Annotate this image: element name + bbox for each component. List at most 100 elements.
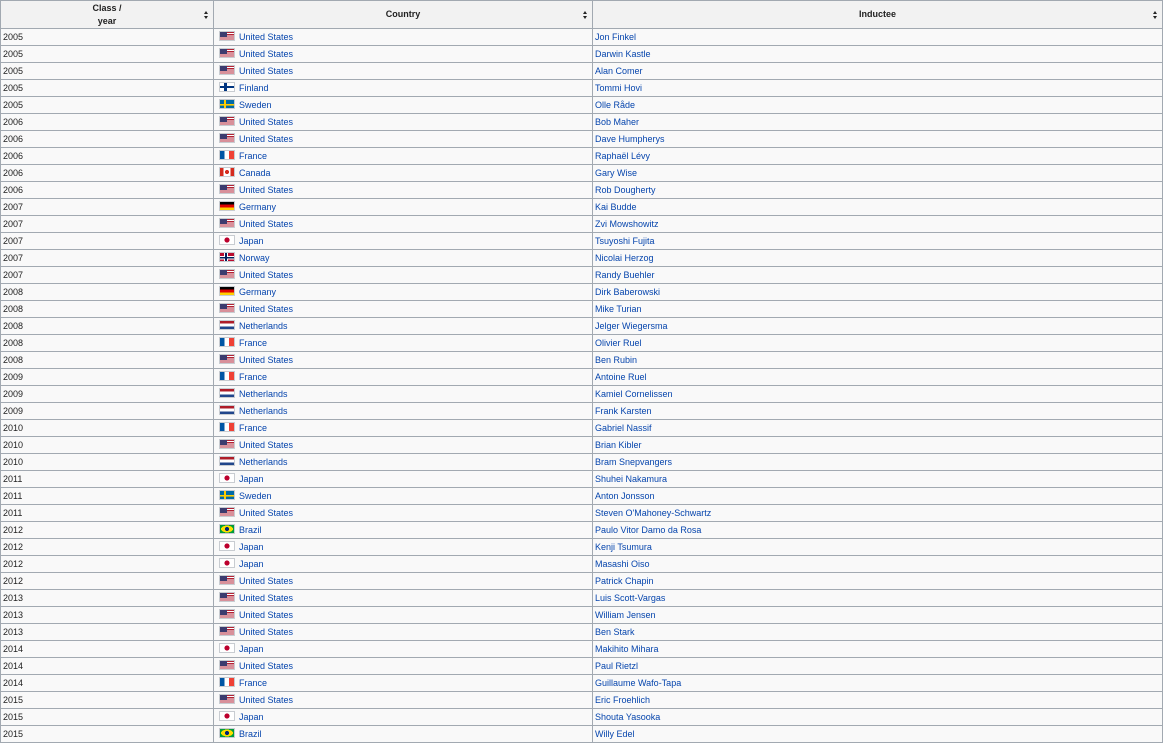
inductee-link[interactable]: Jelger Wiegersma — [595, 321, 668, 331]
inductee-cell: Kai Budde — [592, 198, 1163, 216]
country-link[interactable]: United States — [239, 185, 293, 195]
inductee-link[interactable]: Olivier Ruel — [595, 338, 642, 348]
country-link[interactable]: France — [239, 151, 267, 161]
inductee-link[interactable]: Gabriel Nassif — [595, 423, 652, 433]
country-link[interactable]: Japan — [239, 542, 264, 552]
flag-us-icon — [219, 626, 235, 636]
country-link[interactable]: United States — [239, 270, 293, 280]
inductee-link[interactable]: Paulo Vitor Damo da Rosa — [595, 525, 701, 535]
inductee-link[interactable]: Zvi Mowshowitz — [595, 219, 659, 229]
inductee-link[interactable]: Makihito Mihara — [595, 644, 659, 654]
inductee-link[interactable]: Antoine Ruel — [595, 372, 647, 382]
country-link[interactable]: Netherlands — [239, 321, 288, 331]
inductee-link[interactable]: Tsuyoshi Fujita — [595, 236, 655, 246]
country-link[interactable]: Netherlands — [239, 389, 288, 399]
country-link[interactable]: Finland — [239, 83, 269, 93]
inductee-link[interactable]: Olle Råde — [595, 100, 635, 110]
inductee-link[interactable]: Darwin Kastle — [595, 49, 651, 59]
country-link[interactable]: Japan — [239, 712, 264, 722]
country-link[interactable]: Sweden — [239, 491, 272, 501]
sort-icon[interactable] — [583, 11, 588, 19]
country-link[interactable]: Netherlands — [239, 406, 288, 416]
country-link[interactable]: Japan — [239, 559, 264, 569]
country-cell: Sweden — [213, 487, 593, 505]
inductee-link[interactable]: Jon Finkel — [595, 32, 636, 42]
country-link[interactable]: France — [239, 338, 267, 348]
inductee-link[interactable]: Kamiel Cornelissen — [595, 389, 673, 399]
sort-icon[interactable] — [1153, 11, 1158, 19]
inductee-link[interactable]: Willy Edel — [595, 729, 635, 739]
inductee-link[interactable]: Guillaume Wafo-Tapa — [595, 678, 681, 688]
column-header-inductee[interactable]: Inductee — [592, 0, 1163, 29]
year-cell: 2005 — [0, 79, 214, 97]
country-link[interactable]: United States — [239, 610, 293, 620]
inductee-link[interactable]: Kai Budde — [595, 202, 637, 212]
inductee-link[interactable]: Shouta Yasooka — [595, 712, 660, 722]
inductee-link[interactable]: Shuhei Nakamura — [595, 474, 667, 484]
country-link[interactable]: Germany — [239, 287, 276, 297]
inductee-link[interactable]: Ben Rubin — [595, 355, 637, 365]
country-link[interactable]: United States — [239, 627, 293, 637]
inductee-link[interactable]: Patrick Chapin — [595, 576, 654, 586]
inductee-link[interactable]: Luis Scott-Vargas — [595, 593, 665, 603]
table-row: 2008 Germany Dirk Baberowski — [0, 283, 1163, 301]
country-link[interactable]: Japan — [239, 474, 264, 484]
inductee-link[interactable]: Steven O'Mahoney-Schwartz — [595, 508, 711, 518]
inductee-link[interactable]: Brian Kibler — [595, 440, 642, 450]
inductee-link[interactable]: Dirk Baberowski — [595, 287, 660, 297]
country-link[interactable]: United States — [239, 66, 293, 76]
inductee-link[interactable]: Anton Jonsson — [595, 491, 655, 501]
country-link[interactable]: United States — [239, 440, 293, 450]
country-link[interactable]: United States — [239, 32, 293, 42]
flag-us-icon — [219, 133, 235, 143]
inductee-cell: Patrick Chapin — [592, 572, 1163, 590]
inductee-link[interactable]: Tommi Hovi — [595, 83, 642, 93]
country-link[interactable]: United States — [239, 219, 293, 229]
country-link[interactable]: United States — [239, 576, 293, 586]
country-link[interactable]: Norway — [239, 253, 270, 263]
inductee-link[interactable]: Dave Humpherys — [595, 134, 665, 144]
country-link[interactable]: United States — [239, 49, 293, 59]
country-link[interactable]: United States — [239, 304, 293, 314]
country-link[interactable]: Germany — [239, 202, 276, 212]
inductee-link[interactable]: Randy Buehler — [595, 270, 655, 280]
inductee-link[interactable]: Nicolai Herzog — [595, 253, 654, 263]
inductee-link[interactable]: Raphaël Lévy — [595, 151, 650, 161]
country-link[interactable]: Brazil — [239, 729, 262, 739]
column-header-year[interactable]: Class / year — [0, 0, 214, 29]
inductee-link[interactable]: Mike Turian — [595, 304, 642, 314]
country-link[interactable]: United States — [239, 117, 293, 127]
country-link[interactable]: United States — [239, 508, 293, 518]
inductee-link[interactable]: Ben Stark — [595, 627, 635, 637]
country-link[interactable]: Brazil — [239, 525, 262, 535]
country-link[interactable]: Japan — [239, 644, 264, 654]
country-link[interactable]: France — [239, 423, 267, 433]
inductee-link[interactable]: Alan Comer — [595, 66, 643, 76]
inductee-link[interactable]: Kenji Tsumura — [595, 542, 652, 552]
inductee-link[interactable]: Gary Wise — [595, 168, 637, 178]
inductee-link[interactable]: Bob Maher — [595, 117, 639, 127]
country-link[interactable]: United States — [239, 134, 293, 144]
country-link[interactable]: United States — [239, 695, 293, 705]
year-cell: 2009 — [0, 385, 214, 403]
country-cell: United States — [213, 657, 593, 675]
country-link[interactable]: Netherlands — [239, 457, 288, 467]
country-link[interactable]: Canada — [239, 168, 271, 178]
inductee-link[interactable]: Frank Karsten — [595, 406, 652, 416]
flag-nl-icon — [219, 456, 235, 466]
country-link[interactable]: United States — [239, 661, 293, 671]
country-link[interactable]: United States — [239, 355, 293, 365]
country-link[interactable]: Sweden — [239, 100, 272, 110]
country-link[interactable]: United States — [239, 593, 293, 603]
inductee-link[interactable]: Rob Dougherty — [595, 185, 656, 195]
inductee-link[interactable]: Masashi Oiso — [595, 559, 650, 569]
column-header-country[interactable]: Country — [213, 0, 593, 29]
country-link[interactable]: Japan — [239, 236, 264, 246]
inductee-link[interactable]: William Jensen — [595, 610, 656, 620]
inductee-link[interactable]: Bram Snepvangers — [595, 457, 672, 467]
country-link[interactable]: France — [239, 678, 267, 688]
inductee-link[interactable]: Eric Froehlich — [595, 695, 650, 705]
inductee-link[interactable]: Paul Rietzl — [595, 661, 638, 671]
sort-icon[interactable] — [204, 11, 209, 19]
country-link[interactable]: France — [239, 372, 267, 382]
